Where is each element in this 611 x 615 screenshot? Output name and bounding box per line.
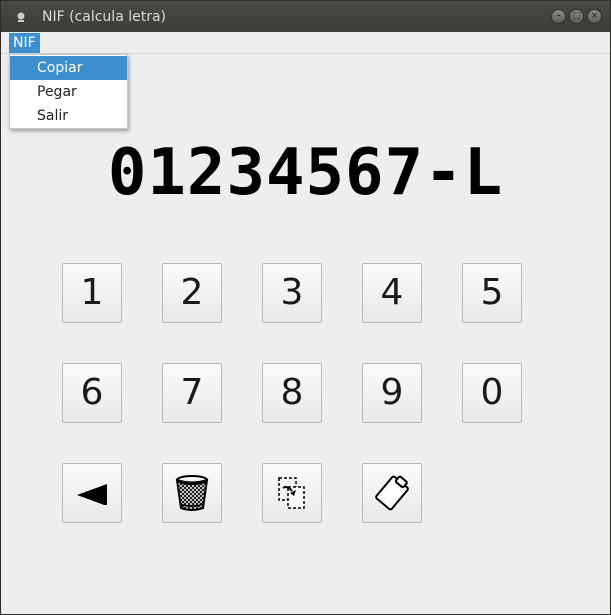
key-8-button[interactable]: 8 — [262, 363, 322, 423]
key-2-button[interactable]: 2 — [162, 263, 222, 323]
nif-display: 01234567-L — [107, 136, 504, 210]
key-9-button[interactable]: 9 — [362, 363, 422, 423]
trash-bin-icon — [175, 474, 209, 512]
copy-button[interactable] — [362, 463, 422, 523]
key-1-button[interactable]: 1 — [62, 263, 122, 323]
minimize-icon[interactable]: – — [551, 9, 566, 24]
key-0-button[interactable]: 0 — [462, 363, 522, 423]
close-icon[interactable]: × — [587, 9, 602, 24]
menu-item-copiar[interactable]: Copiar — [10, 56, 127, 80]
clear-button[interactable] — [162, 463, 222, 523]
left-triangle-icon — [74, 481, 110, 505]
key-3-button[interactable]: 3 — [262, 263, 322, 323]
key-5-button[interactable]: 5 — [462, 263, 522, 323]
paste-document-icon — [277, 476, 307, 510]
nif-menu-dropdown: Copiar Pegar Salir — [9, 54, 128, 129]
key-4-button[interactable]: 4 — [362, 263, 422, 323]
menu-bar: NIF — [1, 32, 610, 54]
app-icon — [15, 11, 27, 23]
menu-item-salir[interactable]: Salir — [10, 104, 127, 128]
key-7-button[interactable]: 7 — [162, 363, 222, 423]
menu-nif[interactable]: NIF — [9, 33, 40, 53]
paste-button[interactable] — [262, 463, 322, 523]
title-bar[interactable]: NIF (calcula letra) – □ × — [1, 1, 610, 32]
maximize-icon[interactable]: □ — [569, 9, 584, 24]
clipboard-icon — [373, 473, 411, 513]
window-controls: – □ × — [551, 9, 602, 24]
window-title: NIF (calcula letra) — [42, 9, 167, 25]
menu-item-pegar[interactable]: Pegar — [10, 80, 127, 104]
app-window: NIF (calcula letra) – □ × NIF Copiar Peg… — [0, 0, 611, 615]
backspace-button[interactable] — [62, 463, 122, 523]
key-6-button[interactable]: 6 — [62, 363, 122, 423]
